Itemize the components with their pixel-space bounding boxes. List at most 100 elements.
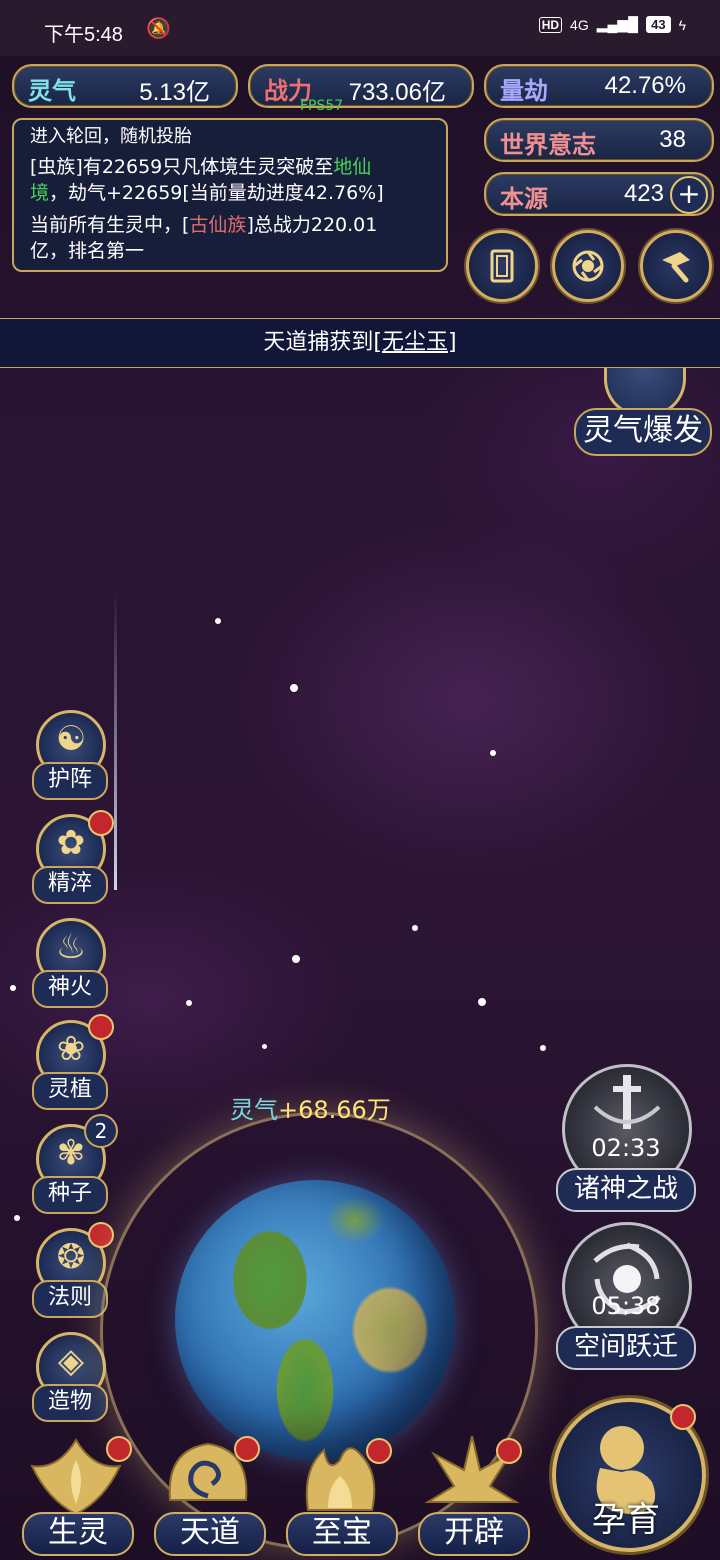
banner-item-link[interactable]: 无尘玉 [382,330,448,355]
meteor-trail [114,590,117,890]
gods-war-label: 诸神之战 [556,1168,696,1212]
star [10,985,16,991]
notification-dot [496,1438,522,1464]
benyuan-value: 423 [623,180,664,207]
gain-label: 灵气 [230,1096,278,1124]
shijie-label: 世界意志 [500,130,596,159]
side-button-lingzhi[interactable]: ❀ 灵植 [28,1014,114,1112]
star [290,684,298,692]
gain-amount: +68.66万 [278,1096,391,1124]
gods-war-button[interactable]: 02:33 诸神之战 [556,1064,696,1212]
notification-dot [366,1438,392,1464]
bottom-button-tiandao[interactable]: 天道 [146,1430,270,1556]
side-button-jingcui[interactable]: ✿ 精淬 [28,810,114,906]
side-button-label: 神火 [32,970,108,1008]
bottom-button-yunyu[interactable]: 孕育 [546,1396,710,1554]
network-label: 4G [570,16,589,33]
liangjie-value: 42.76% [604,72,686,99]
clock: 下午5:48 [44,24,123,46]
zhanli-value: 733.06亿 [348,79,446,106]
star [14,1215,20,1221]
shijie-value: 38 [659,126,686,153]
liangjie-resource[interactable]: 量劫 42.76% [484,64,714,108]
star [262,1044,267,1049]
space-jump-label: 空间跃迁 [556,1326,696,1370]
log-text: 当前所有生灵中，[ [30,214,190,236]
star [490,750,496,756]
log-highlight: 境 [30,182,50,204]
bottom-button-label: 生灵 [22,1512,134,1556]
zhanli-resource[interactable]: 战力 733.06亿 [248,64,474,108]
bottom-button-shengling[interactable]: 生灵 [14,1430,138,1556]
shijie-resource[interactable]: 世界意志 38 [484,118,714,162]
log-line: 亿，排名第一 [30,240,145,262]
signal-icon: ▂▄▆█ [596,16,639,32]
add-benyuan-button[interactable]: + [670,176,708,214]
side-button-zaowu[interactable]: ◈ 造物 [28,1332,108,1424]
status-bar: 下午5:48 🔕 HD 4G ▂▄▆█ 43 ϟ [0,0,720,56]
banner-suffix: ] [448,330,457,355]
log-line: 境，劫气+22659[当前量劫进度42.76%] [30,180,384,206]
lingqi-resource[interactable]: 灵气 5.13亿 [12,64,238,108]
yunyu-label: 孕育 [592,1500,660,1540]
star [478,998,486,1006]
vortex-button[interactable] [552,230,624,302]
shenhuo-glyph: ♨ [55,927,87,967]
log-line: 进入轮回，随机投胎 [30,126,192,147]
log-text: ]总战力220.01 [246,214,378,236]
liangjie-label: 量劫 [500,76,548,105]
mute-icon: 🔕 [146,16,171,40]
hammer-icon [662,252,690,283]
benyuan-resource[interactable]: 本源 423 + [484,172,714,216]
notification-dot [88,1222,114,1248]
planet-earth[interactable] [175,1180,455,1460]
card-button[interactable] [466,230,538,302]
charging-icon: ϟ [678,16,686,33]
side-button-label: 种子 [32,1176,108,1214]
bottom-button-kaipi[interactable]: 开辟 [410,1430,534,1556]
star [186,1000,192,1006]
notification-dot [88,810,114,836]
status-icons: HD 4G ▂▄▆█ 43 ϟ [538,16,686,33]
lingqi-burst-button[interactable]: 灵气爆发 [572,368,712,458]
card-icon [490,249,514,283]
side-button-zhongzi[interactable]: ✾ 种子 2 [28,1114,118,1216]
fps-counter: FPS57 [300,98,344,114]
bottom-button-label: 至宝 [286,1512,398,1556]
hammer-button[interactable] [640,230,712,302]
burst-label: 灵气爆发 [574,408,712,456]
huzhen-glyph: ☯ [55,719,87,759]
side-button-shenhuo[interactable]: ♨ 神火 [28,918,108,1010]
star [540,1045,546,1051]
notification-dot [234,1436,260,1462]
log-text: ，劫气+22659[当前量劫进度42.76%] [49,182,384,204]
log-text: [虫族]有22659只凡体境生灵突破至 [30,156,334,178]
hd-icon: HD [538,16,563,33]
lingqi-value: 5.13亿 [139,79,210,106]
log-highlight: 地仙 [333,156,372,178]
count-badge: 2 [84,1114,118,1148]
star [412,925,418,931]
side-button-label: 精淬 [32,866,108,904]
vortex-icon [572,250,604,282]
log-line: 当前所有生灵中，[古仙族]总战力220.01 [30,212,377,238]
event-log-panel: 进入轮回，随机投胎 [虫族]有22659只凡体境生灵突破至地仙 境，劫气+226… [12,118,448,272]
zaowu-glyph: ◈ [57,1341,85,1381]
side-button-label: 灵植 [32,1072,108,1110]
space-jump-button[interactable]: 05:38 空间跃迁 [556,1222,696,1370]
battery-icon: 43 [646,16,671,33]
space-jump-timer: 05:38 [591,1292,661,1320]
lingqi-label: 灵气 [28,76,76,105]
side-button-label: 造物 [32,1384,108,1422]
lingqi-gain-text: 灵气+68.66万 [230,1090,391,1125]
side-button-faze[interactable]: ❂ 法则 [28,1222,114,1320]
side-button-huzhen[interactable]: ☯ 护阵 [28,710,108,802]
notification-dot [670,1404,696,1430]
capture-banner: 天道捕获到[无尘玉] [0,318,720,368]
benyuan-label: 本源 [500,184,548,213]
bottom-button-zhibao[interactable]: 至宝 [278,1430,402,1556]
banner-prefix: 天道捕获到[ [263,330,382,355]
gods-war-timer: 02:33 [591,1134,661,1162]
log-line: [虫族]有22659只凡体境生灵突破至地仙 [30,154,371,180]
notification-dot [106,1436,132,1462]
